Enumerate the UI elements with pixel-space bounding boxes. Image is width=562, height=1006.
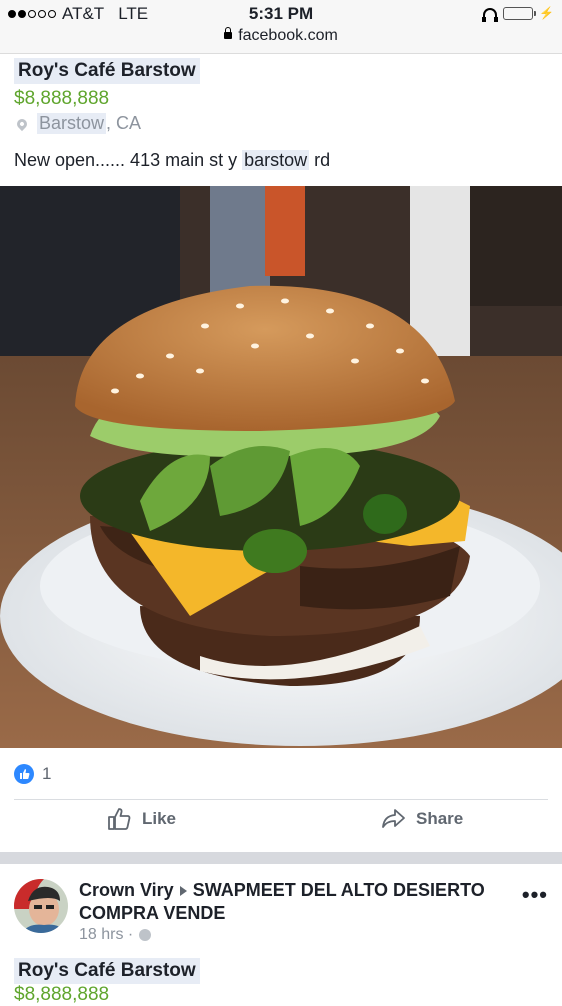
post-meta: 18 hrs · (79, 926, 152, 944)
post-photo[interactable] (0, 186, 562, 748)
share-label: Share (416, 809, 464, 828)
share-button[interactable]: Share (380, 806, 463, 832)
avatar[interactable] (14, 879, 68, 933)
like-count: 1 (42, 764, 52, 783)
like-icon (108, 808, 131, 830)
author-name[interactable]: Crown Viry (79, 880, 174, 900)
like-button[interactable]: Like (106, 806, 176, 832)
share-icon (382, 809, 405, 828)
charging-icon: ⚡ (539, 6, 554, 20)
listing-title-2[interactable]: Roy's Café Barstow (14, 958, 200, 984)
divider (14, 799, 548, 800)
reaction-summary[interactable]: 1 (14, 764, 51, 784)
address-bar[interactable]: facebook.com (0, 27, 562, 45)
status-bar: AT&T LTE 5:31 PM facebook.com ⚡ (0, 0, 562, 54)
status-right: ⚡ (482, 6, 554, 22)
post-actions: Like Share (0, 806, 562, 846)
url-text: facebook.com (238, 27, 338, 44)
post-time[interactable]: 18 hrs (79, 926, 123, 944)
listing-title[interactable]: Roy's Café Barstow (14, 58, 200, 84)
description-text-end: rd (309, 150, 331, 170)
clock: 5:31 PM (248, 4, 314, 23)
avatar-image (14, 879, 68, 933)
listing-title-2-wrap: Roy's Café Barstow (14, 958, 200, 984)
burger-photo (0, 186, 562, 748)
feed-separator (0, 852, 562, 864)
more-options-icon[interactable]: ••• (522, 882, 548, 908)
post-author-line: Crown Viry SWAPMEET DEL ALTO DESIERTO COM… (79, 879, 499, 925)
headphones-icon (482, 8, 499, 22)
listing-price-2: $8,888,888 (14, 984, 110, 1005)
listing-header: Roy's Café Barstow $8,888,888 Barstow, C… (14, 58, 200, 134)
listing-location: Barstow, CA (14, 113, 200, 134)
arrow-right-icon (179, 886, 187, 896)
meta-separator: · (127, 926, 134, 943)
location-state: , CA (106, 113, 142, 133)
location-city[interactable]: Barstow (37, 113, 107, 134)
battery-icon (503, 6, 537, 20)
description-text: New open...... 413 main st y (14, 150, 243, 170)
location-pin-icon (14, 116, 30, 131)
description-link[interactable]: barstow (242, 150, 310, 170)
like-reaction-icon (14, 764, 34, 784)
like-label: Like (142, 809, 177, 828)
post-description: New open...... 413 main st y barstow rd (14, 150, 330, 171)
lock-icon (224, 27, 233, 39)
listing-price: $8,888,888 (14, 88, 110, 109)
globe-icon (139, 929, 152, 941)
